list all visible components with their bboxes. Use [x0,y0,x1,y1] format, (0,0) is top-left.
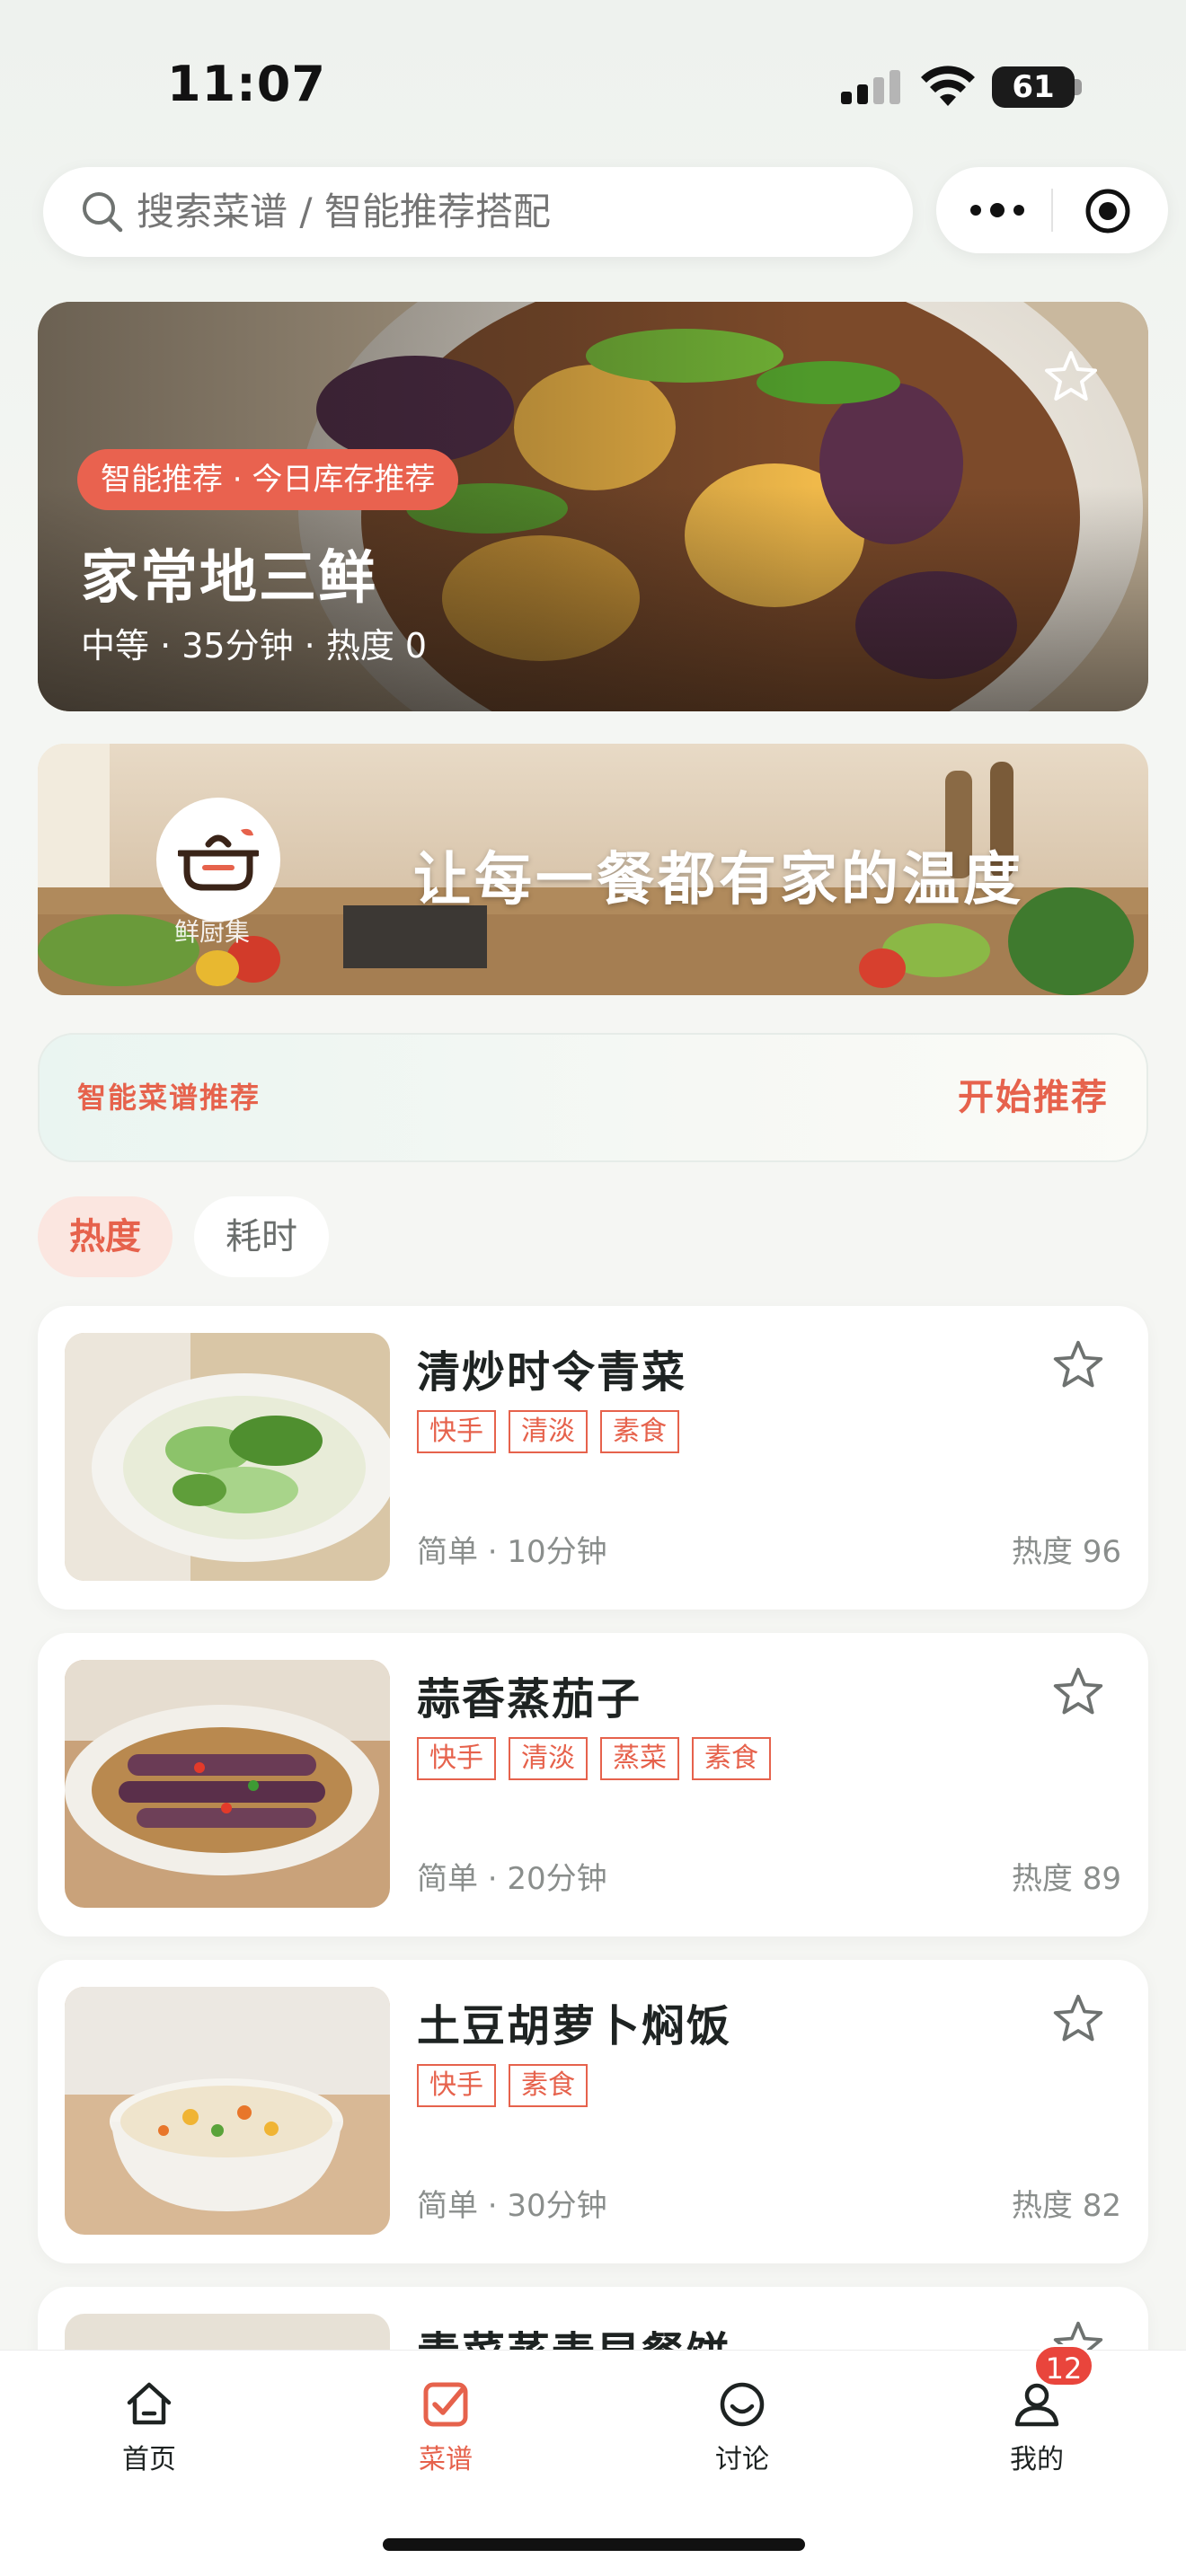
recipe-tag: 素食 [509,2064,588,2107]
wifi-icon [921,66,975,106]
recipe-tag: 素食 [692,1737,771,1780]
recipe-check-icon [423,2382,468,2427]
recipe-heat: 热度 96 [1011,1534,1121,1570]
start-recommend-button[interactable]: 开始推荐 [958,1035,1109,1160]
recipe-tag: 快手 [417,1410,496,1453]
more-options-icon[interactable] [969,198,1026,223]
eggplant-dish-image [65,1660,390,1908]
battery-tip-icon [1075,79,1082,95]
tab-profile[interactable]: 我的 [947,2370,1127,2475]
featured-recipe-meta: 中等 · 35分钟 · 热度 0 [81,626,428,666]
tab-discussion[interactable]: 讨论 [652,2370,832,2475]
tab-label: 首页 [122,2444,176,2475]
recipe-photo [65,1333,390,1581]
brand-slogan: 让每一餐都有家的温度 [413,847,1024,913]
tab-label: 菜谱 [419,2444,473,2475]
recipe-meta: 简单 · 30分钟 [417,2188,607,2224]
brand-logo [156,798,280,922]
smile-chat-icon [720,2382,765,2427]
search-icon [83,192,123,233]
tab-label: 我的 [1010,2444,1064,2475]
home-icon [127,2382,172,2425]
notification-badge: 12 [1033,2344,1094,2387]
greens-dish-image [65,1333,390,1581]
recipe-photo [65,1660,390,1908]
status-time: 11:07 [167,56,326,112]
recipe-heat: 热度 82 [1011,2188,1121,2224]
favorite-star-icon[interactable] [1051,1338,1105,1392]
capsule-divider [1051,189,1053,232]
tab-home[interactable]: 首页 [59,2370,239,2475]
recipe-tags: 快手 清淡 蒸菜 素食 [417,1737,771,1780]
smart-recommend-title: 智能菜谱推荐 [77,1081,261,1115]
recipe-tag: 清淡 [509,1410,588,1453]
brand-banner[interactable]: 鲜厨集 让每一餐都有家的温度 [38,744,1148,995]
recipe-heat: 热度 89 [1011,1861,1121,1897]
close-target-icon[interactable] [1084,187,1132,235]
sort-by-time-button[interactable]: 耗时 [194,1196,329,1277]
recipe-tags: 快手 清淡 素食 [417,1410,679,1453]
tab-recipes[interactable]: 菜谱 [356,2370,535,2475]
recipe-title: 蒜香蒸茄子 [417,1674,642,1725]
battery-level: 61 [992,66,1075,108]
recipe-tag: 蒸菜 [600,1737,679,1780]
recipe-tag: 素食 [600,1410,679,1453]
recipe-tag: 快手 [417,2064,496,2107]
brand-name: 鲜厨集 [174,917,251,947]
recipe-card[interactable]: 土豆胡萝卜焖饭 快手 素食 简单 · 30分钟 热度 82 [38,1960,1148,2263]
recipe-photo [65,1987,390,2235]
search-bar[interactable] [43,167,913,257]
featured-recipe-card[interactable]: 智能推荐 · 今日库存推荐 家常地三鲜 中等 · 35分钟 · 热度 0 [38,302,1148,711]
recipe-title: 清炒时令青菜 [417,1347,687,1398]
favorite-star-icon[interactable] [1042,348,1100,406]
favorite-star-icon[interactable] [1051,1992,1105,2046]
recipe-meta: 简单 · 10分钟 [417,1534,607,1570]
recipe-card[interactable]: 清炒时令青菜 快手 清淡 素食 简单 · 10分钟 热度 96 [38,1306,1148,1610]
home-indicator [383,2538,805,2551]
recommend-badge: 智能推荐 · 今日库存推荐 [77,449,459,510]
status-bar: 11:07 61 [0,0,1186,171]
recipe-title: 土豆胡萝卜焖饭 [417,2001,732,2051]
cellular-signal-icon [841,70,900,104]
recipe-tags: 快手 素食 [417,2064,588,2107]
recipe-meta: 简单 · 20分钟 [417,1861,607,1897]
cooking-pot-icon [178,828,259,891]
smart-recommend-bar[interactable]: 智能菜谱推荐 开始推荐 [38,1033,1148,1162]
rice-dish-image [65,1987,390,2235]
tab-label: 讨论 [715,2444,769,2475]
search-input[interactable] [137,167,873,257]
recipe-tag: 快手 [417,1737,496,1780]
recipe-card[interactable]: 蒜香蒸茄子 快手 清淡 蒸菜 素食 简单 · 20分钟 热度 89 [38,1633,1148,1936]
recipe-tag: 清淡 [509,1737,588,1780]
mini-program-capsule [936,167,1168,253]
sort-by-heat-button[interactable]: 热度 [38,1196,173,1277]
featured-recipe-title: 家常地三鲜 [81,545,377,612]
favorite-star-icon[interactable] [1051,1665,1105,1719]
